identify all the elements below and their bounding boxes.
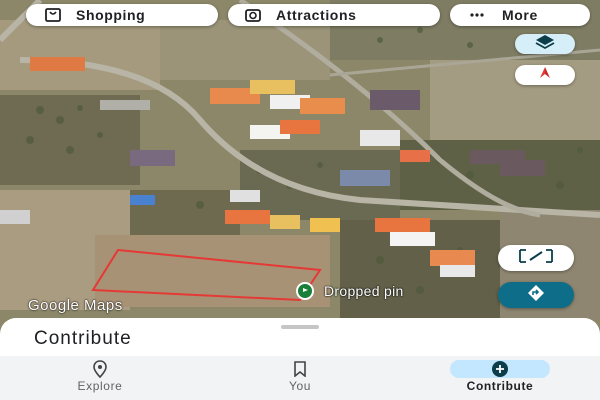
street-view-button[interactable]	[498, 245, 574, 271]
layers-icon	[534, 34, 556, 55]
bottom-navigation: Explore You Contribute	[0, 356, 600, 400]
add-circle-icon	[450, 360, 550, 378]
shopping-chip[interactable]: Shopping	[26, 4, 218, 26]
dropped-pin-marker[interactable]: Dropped pin	[296, 282, 404, 300]
bookmark-icon	[293, 360, 307, 378]
compass-button[interactable]	[515, 65, 575, 85]
shopping-bag-icon	[44, 6, 62, 24]
more-dots-icon	[468, 6, 486, 24]
pin-icon	[296, 282, 314, 300]
nav-you-label: You	[288, 379, 312, 393]
nav-you[interactable]: You	[260, 356, 340, 400]
nav-explore[interactable]: Explore	[60, 356, 140, 400]
shopping-chip-label: Shopping	[76, 7, 146, 23]
directions-button[interactable]	[498, 282, 574, 308]
google-maps-watermark: Google Maps	[28, 297, 123, 314]
layers-button[interactable]	[515, 34, 575, 54]
compass-icon	[537, 65, 553, 86]
attractions-chip-label: Attractions	[276, 7, 357, 23]
sheet-drag-handle[interactable]	[281, 325, 319, 329]
nav-contribute-label: Contribute	[466, 379, 534, 393]
attractions-chip[interactable]: Attractions	[228, 4, 440, 26]
maps-app: Shopping Attractions More Google Maps Dr…	[0, 0, 600, 400]
more-chip[interactable]: More	[450, 4, 590, 26]
street-view-icon	[516, 246, 556, 271]
nav-contribute[interactable]: Contribute	[440, 356, 560, 400]
more-chip-label: More	[502, 7, 538, 23]
nav-explore-label: Explore	[77, 379, 123, 393]
dropped-pin-label: Dropped pin	[324, 283, 404, 299]
directions-icon	[527, 284, 545, 307]
sheet-title: Contribute	[34, 328, 132, 349]
attractions-icon	[244, 6, 262, 24]
location-pin-icon	[92, 360, 108, 378]
